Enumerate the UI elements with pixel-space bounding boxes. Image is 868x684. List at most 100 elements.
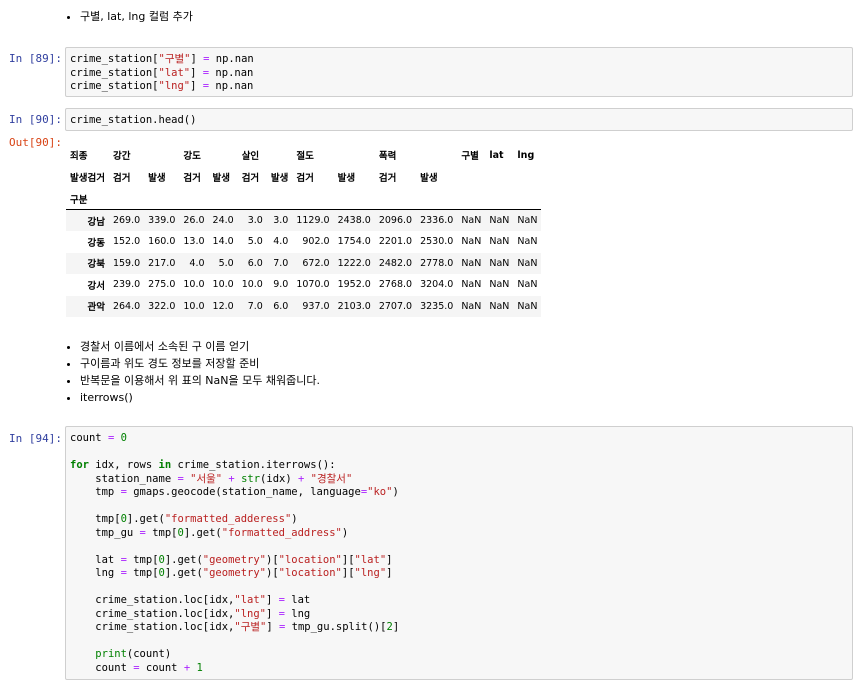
list-item: 경찰서 이름에서 소속된 구 이름 얻기	[80, 338, 320, 355]
table-cell: NaN	[489, 236, 510, 248]
column-header: lng	[517, 149, 535, 161]
table-cell: 10.0	[212, 279, 234, 291]
dataframe-output: 죄종 강간 강도 살인 절도 폭력 구별 lat lng 발생검거 검거 발생 검거 발생 검거 발생 검거 발…	[66, 144, 542, 317]
table-cell: 3204.0	[420, 279, 454, 291]
code-token: "lat"	[354, 553, 387, 566]
table-cell: NaN	[489, 300, 510, 312]
table-row: 강동 152.0 160.0 13.0 14.0 5.0 4.0 902.0 1754.0 220…	[66, 231, 541, 253]
table-cell: 2530.0	[420, 236, 454, 248]
row-index: 강동	[87, 237, 105, 249]
code-token: ]	[265, 594, 279, 606]
table-cell: 2482.0	[378, 257, 413, 269]
code-line: tmp[0].get("formatted_adderess")	[70, 513, 848, 527]
code-token: ]	[190, 66, 203, 79]
code-token: "formatted_address"	[221, 526, 342, 539]
table-cell: NaN	[461, 236, 482, 248]
bullet-list: 경찰서 이름에서 소속된 구 이름 얻기구이름과 위도 경도 정보를 저장할 준…	[66, 338, 320, 406]
empty-cell	[374, 188, 417, 210]
code-token: "lat"	[234, 594, 266, 606]
code-token: ][	[341, 553, 355, 566]
code-token: )[	[266, 567, 279, 579]
table-cell: 2778.0	[420, 257, 454, 269]
table-row: 강북 159.0 217.0 4.0 5.0 6.0 7.0 672.0 1222.0 2482.…	[66, 252, 542, 274]
column-header: 살인	[241, 151, 260, 162]
code-line: crime_station.loc[idx,"구별"] = tmp_gu.spl…	[70, 621, 848, 635]
code-token: tmp[	[126, 567, 159, 579]
code-token: crime_station.loc[idx,	[70, 607, 235, 620]
row-index: 관악	[87, 302, 105, 314]
table-cell: 269.0	[112, 215, 141, 226]
code-cell-90[interactable]: crime_station.head()	[65, 108, 853, 131]
table-row: 관악 264.0 322.0 10.0 12.0 7.0 6.0 937.0 2103.0 270…	[66, 295, 542, 317]
table-cell: NaN	[517, 257, 538, 269]
column-subheader: 검거	[183, 173, 201, 184]
empty-cell	[144, 188, 180, 210]
table-cell: NaN	[461, 300, 482, 312]
code-token: np.nan	[209, 80, 254, 92]
code-line: lng = tmp[0].get("geometry")["location"]…	[70, 567, 848, 581]
code-token: crime_station.loc[idx,	[70, 621, 235, 633]
code-token: count	[70, 432, 108, 444]
table-cell: 2768.0	[378, 279, 413, 291]
code-line: tmp_gu = tmp[0].get("formatted_address")	[70, 527, 848, 541]
table-cell: 2103.0	[337, 300, 371, 312]
table-cell: 2336.0	[420, 215, 454, 226]
code-token: "구별"	[158, 53, 191, 65]
table-cell: 12.0	[212, 300, 234, 312]
code-token: station_name	[70, 472, 178, 485]
code-token: crime_station.iterrows():	[171, 459, 336, 471]
code-token: ].get(	[183, 526, 222, 539]
table-cell: 1222.0	[337, 257, 371, 269]
code-line: crime_station["lat"] = np.nan	[70, 67, 848, 81]
table-cell: 2707.0	[378, 300, 413, 312]
code-token: np.nan	[209, 66, 254, 79]
code-token: crime_station[	[70, 53, 159, 65]
code-line: crime_station.loc[idx,"lat"] = lat	[70, 594, 848, 608]
code-token: gmaps.geocode(station_name, language	[126, 486, 361, 498]
code-token: crime_station.head()	[70, 114, 197, 126]
table-cell: 275.0	[148, 279, 176, 291]
code-token: lat	[284, 594, 311, 606]
column-header: 강도	[183, 151, 201, 162]
table-cell: 14.0	[212, 236, 234, 248]
code-token: 0	[120, 432, 127, 444]
table-row: 강서 239.0 275.0 10.0 10.0 10.0 9.0 1070.0 1952.0 2…	[66, 274, 541, 296]
code-token: idx, rows	[88, 459, 159, 471]
list-item: 반복문을 이용해서 위 표의 NaN을 모두 채워줍니다.	[80, 372, 320, 389]
code-token: "서울"	[190, 472, 223, 485]
table-cell: 4.0	[189, 257, 205, 269]
code-token: ]	[392, 621, 400, 633]
table-cell: 159.0	[112, 257, 141, 269]
column-header	[144, 144, 179, 166]
code-token: "geometry"	[202, 553, 266, 566]
empty-cell	[416, 188, 458, 210]
table-cell: NaN	[461, 279, 482, 291]
index-name-row: 구분	[66, 188, 542, 210]
code-token: ].get(	[164, 567, 203, 579]
code-token: 1	[196, 661, 203, 674]
code-token: "location"	[278, 553, 342, 566]
code-token: np.nan	[209, 53, 254, 65]
table-cell: 3.0	[247, 215, 263, 226]
table-cell: 10.0	[241, 279, 263, 291]
table-cell: 26.0	[183, 215, 205, 226]
code-token: ][	[341, 567, 355, 579]
table-cell: 4.0	[273, 236, 289, 248]
table-cell: NaN	[489, 257, 510, 269]
code-cell-94[interactable]: count = 0 for idx, rows in crime_station.…	[65, 426, 853, 680]
output-prompt-90: Out[90]:	[9, 136, 62, 149]
code-token: "lng"	[234, 607, 266, 620]
table-cell: 6.0	[247, 257, 263, 269]
column-header: 절도	[296, 151, 314, 162]
code-token: tmp_gu	[70, 526, 140, 539]
code-token: "lng"	[354, 567, 387, 579]
code-token: str	[241, 472, 261, 485]
list-item: iterrows()	[80, 389, 320, 406]
table-cell: NaN	[461, 215, 482, 226]
table-cell: NaN	[489, 215, 510, 226]
header-row-2: 발생검거 검거 발생 검거 발생 검거 발생 검거 발생 검거 발생	[66, 166, 541, 188]
code-cell-89[interactable]: crime_station["구별"] = np.nan crime_statio…	[65, 47, 853, 97]
column-header	[334, 144, 375, 166]
